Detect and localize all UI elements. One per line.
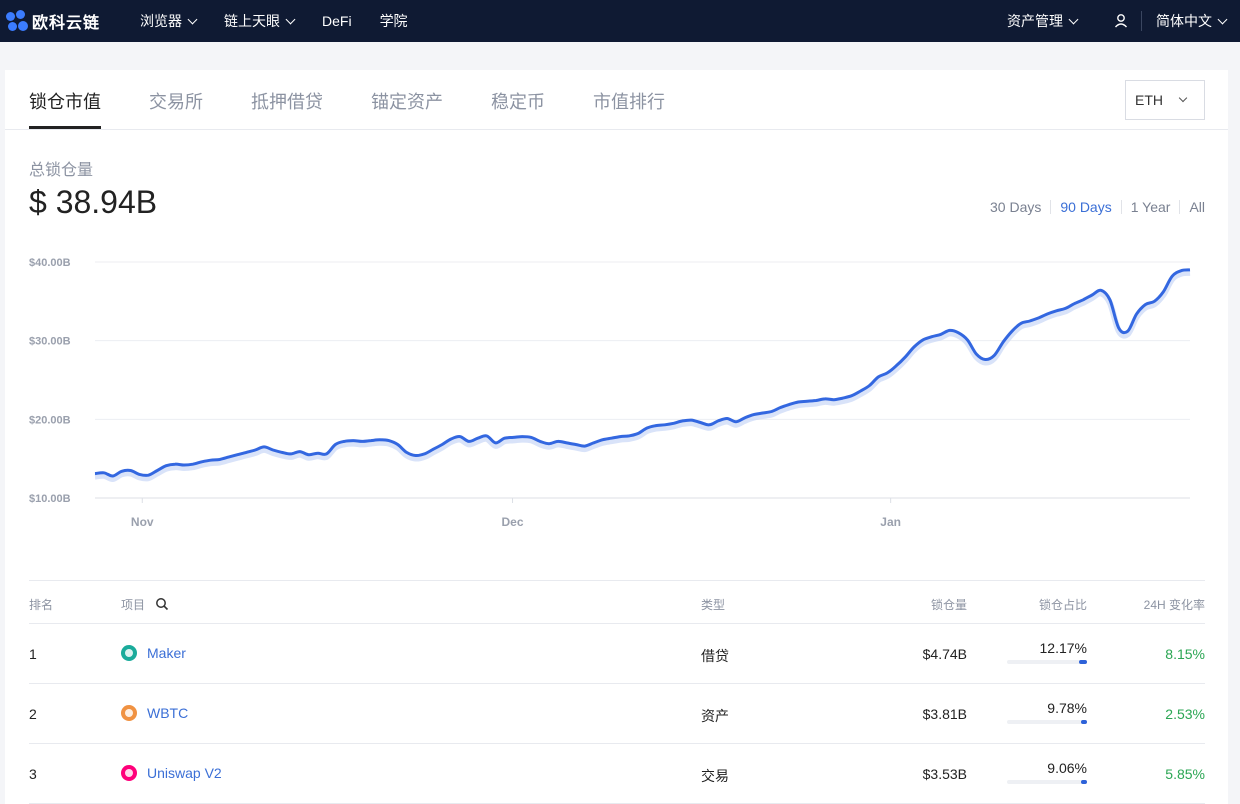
- user-icon[interactable]: [1111, 11, 1131, 31]
- project-name: Maker: [147, 645, 186, 661]
- project-type: 资产: [701, 708, 729, 724]
- tab-tvl[interactable]: 锁仓市值: [29, 88, 101, 114]
- header-project: 项目: [121, 598, 146, 612]
- tvl-label: 总锁仓量: [29, 162, 94, 179]
- nav-academy-label: 学院: [379, 13, 408, 29]
- locked-value: $3.81B: [922, 706, 967, 722]
- project-type: 借贷: [701, 648, 729, 664]
- rank: 2: [29, 706, 37, 722]
- locked-value: $3.53B: [922, 766, 967, 782]
- project-name: Uniswap V2: [147, 765, 222, 781]
- uniswap-icon: [121, 765, 137, 781]
- project-type: 交易: [701, 768, 729, 784]
- logo-text: 欧科云链: [32, 15, 101, 32]
- share-bar: [1007, 660, 1087, 664]
- asset-management-label: 资产管理: [1007, 13, 1063, 29]
- change-24h: 5.85%: [1165, 766, 1205, 782]
- search-icon[interactable]: [155, 597, 169, 611]
- share-bar-fill: [1080, 720, 1087, 724]
- nav-onchain-eye[interactable]: 链上天眼: [224, 11, 296, 31]
- logo[interactable]: 欧科云链: [6, 9, 100, 33]
- range-30-days[interactable]: 30 Days: [981, 200, 1050, 214]
- header-24h-change: 24H 变化率: [1143, 598, 1205, 612]
- change-24h: 8.15%: [1165, 646, 1205, 662]
- share-value: 9.06%: [1047, 760, 1087, 776]
- y-tick-label: $30.00B: [29, 336, 71, 348]
- tvl-line-chart: $10.00B $20.00B $30.00B $40.00B Nov Dec Jan: [29, 257, 1191, 529]
- change-24h: 2.53%: [1165, 706, 1205, 722]
- main-nav: 浏览器 链上天眼 DeFi 学院: [140, 0, 436, 42]
- nav-onchain-eye-label: 链上天眼: [224, 13, 280, 29]
- project-name: WBTC: [147, 705, 189, 721]
- active-tab-indicator: [29, 126, 101, 129]
- header-locked: 锁仓量: [930, 598, 967, 612]
- chevron-down-icon: [1178, 93, 1188, 103]
- nav-academy[interactable]: 学院: [380, 11, 408, 31]
- table-row[interactable]: 2 WBTC 资产 $3.81B 9.78% 2.53%: [29, 684, 1205, 744]
- tab-pegged-assets[interactable]: 锚定资产: [371, 88, 443, 114]
- range-1-year[interactable]: 1 Year: [1120, 200, 1180, 214]
- share-value: 12.17%: [1039, 640, 1087, 656]
- y-tick-label: $40.00B: [29, 257, 71, 269]
- share-bar-fill: [1081, 780, 1087, 784]
- tab-lending[interactable]: 抵押借贷: [251, 88, 323, 114]
- nav-browser[interactable]: 浏览器: [140, 11, 198, 31]
- protocol-table: 排名 项目 类型 锁仓量 锁仓占比 24H 变化率 1 Maker 借贷 $4.74B…: [29, 580, 1205, 804]
- share-value: 9.78%: [1047, 700, 1087, 716]
- locked-value: $4.74B: [922, 646, 967, 662]
- range-all[interactable]: All: [1179, 200, 1205, 214]
- tab-stablecoin[interactable]: 稳定币: [491, 88, 545, 114]
- maker-icon: [121, 645, 137, 661]
- chevron-down-icon: [1068, 14, 1079, 24]
- project-link[interactable]: Maker: [121, 645, 186, 661]
- header-rank: 排名: [29, 598, 54, 612]
- logo-icon: [6, 10, 28, 32]
- share-cell: 9.78%: [1007, 700, 1087, 724]
- wbtc-icon: [121, 705, 137, 721]
- share-bar: [1007, 720, 1087, 724]
- chevron-down-icon: [1217, 14, 1228, 24]
- x-tick-label: Dec: [502, 515, 524, 529]
- chain-select-value: ETH: [1135, 92, 1163, 108]
- chain-select[interactable]: ETH: [1125, 80, 1205, 120]
- table-row[interactable]: 1 Maker 借贷 $4.74B 12.17% 8.15%: [29, 624, 1205, 684]
- y-tick-label: $10.00B: [29, 493, 71, 505]
- table-row[interactable]: 3 Uniswap V2 交易 $3.53B 9.06% 5.85%: [29, 744, 1205, 804]
- nav-defi-label: DeFi: [322, 13, 352, 29]
- share-cell: 12.17%: [1007, 640, 1087, 664]
- chevron-down-icon: [285, 14, 296, 24]
- range-selector: 30 Days 90 Days 1 Year All: [981, 200, 1205, 214]
- x-tick-label: Nov: [131, 515, 154, 529]
- top-navbar: 欧科云链 浏览器 链上天眼 DeFi 学院 资产管理 简体中文: [0, 0, 1240, 42]
- project-link[interactable]: WBTC: [121, 705, 188, 721]
- defi-panel: 锁仓市值 交易所 抵押借贷 锚定资产 稳定币 市值排行 ETH 总锁仓量 $ 3…: [5, 70, 1228, 804]
- nav-right: 资产管理 简体中文: [1007, 0, 1240, 42]
- rank: 3: [29, 766, 37, 782]
- table-header: 排名 项目 类型 锁仓量 锁仓占比 24H 变化率: [29, 580, 1205, 624]
- nav-defi[interactable]: DeFi: [322, 13, 352, 29]
- series-line: [94, 268, 1191, 478]
- language-label: 简体中文: [1156, 13, 1212, 29]
- project-link[interactable]: Uniswap V2: [121, 765, 222, 781]
- y-tick-label: $20.00B: [29, 414, 71, 426]
- nav-divider: [1141, 11, 1142, 31]
- share-cell: 9.06%: [1007, 760, 1087, 784]
- share-bar: [1007, 780, 1087, 784]
- x-tick-label: Jan: [880, 515, 901, 529]
- nav-browser-label: 浏览器: [140, 13, 182, 29]
- header-type: 类型: [701, 598, 726, 612]
- language-menu[interactable]: 简体中文: [1156, 11, 1228, 31]
- asset-management-menu[interactable]: 资产管理: [1007, 11, 1079, 31]
- tvl-value: $ 38.94B: [29, 184, 158, 220]
- category-tabs: 锁仓市值 交易所 抵押借贷 锚定资产 稳定币 市值排行 ETH: [5, 70, 1228, 130]
- tab-market-cap-rank[interactable]: 市值排行: [593, 88, 665, 114]
- rank: 1: [29, 646, 37, 662]
- table-body: 1 Maker 借贷 $4.74B 12.17% 8.15% 2 WBTC 资产 $3.81B 9.…: [29, 624, 1205, 804]
- tab-exchange[interactable]: 交易所: [149, 88, 203, 114]
- range-90-days[interactable]: 90 Days: [1050, 200, 1120, 214]
- chevron-down-icon: [187, 14, 198, 24]
- header-share: 锁仓占比: [1038, 598, 1087, 612]
- share-bar-fill: [1079, 660, 1087, 664]
